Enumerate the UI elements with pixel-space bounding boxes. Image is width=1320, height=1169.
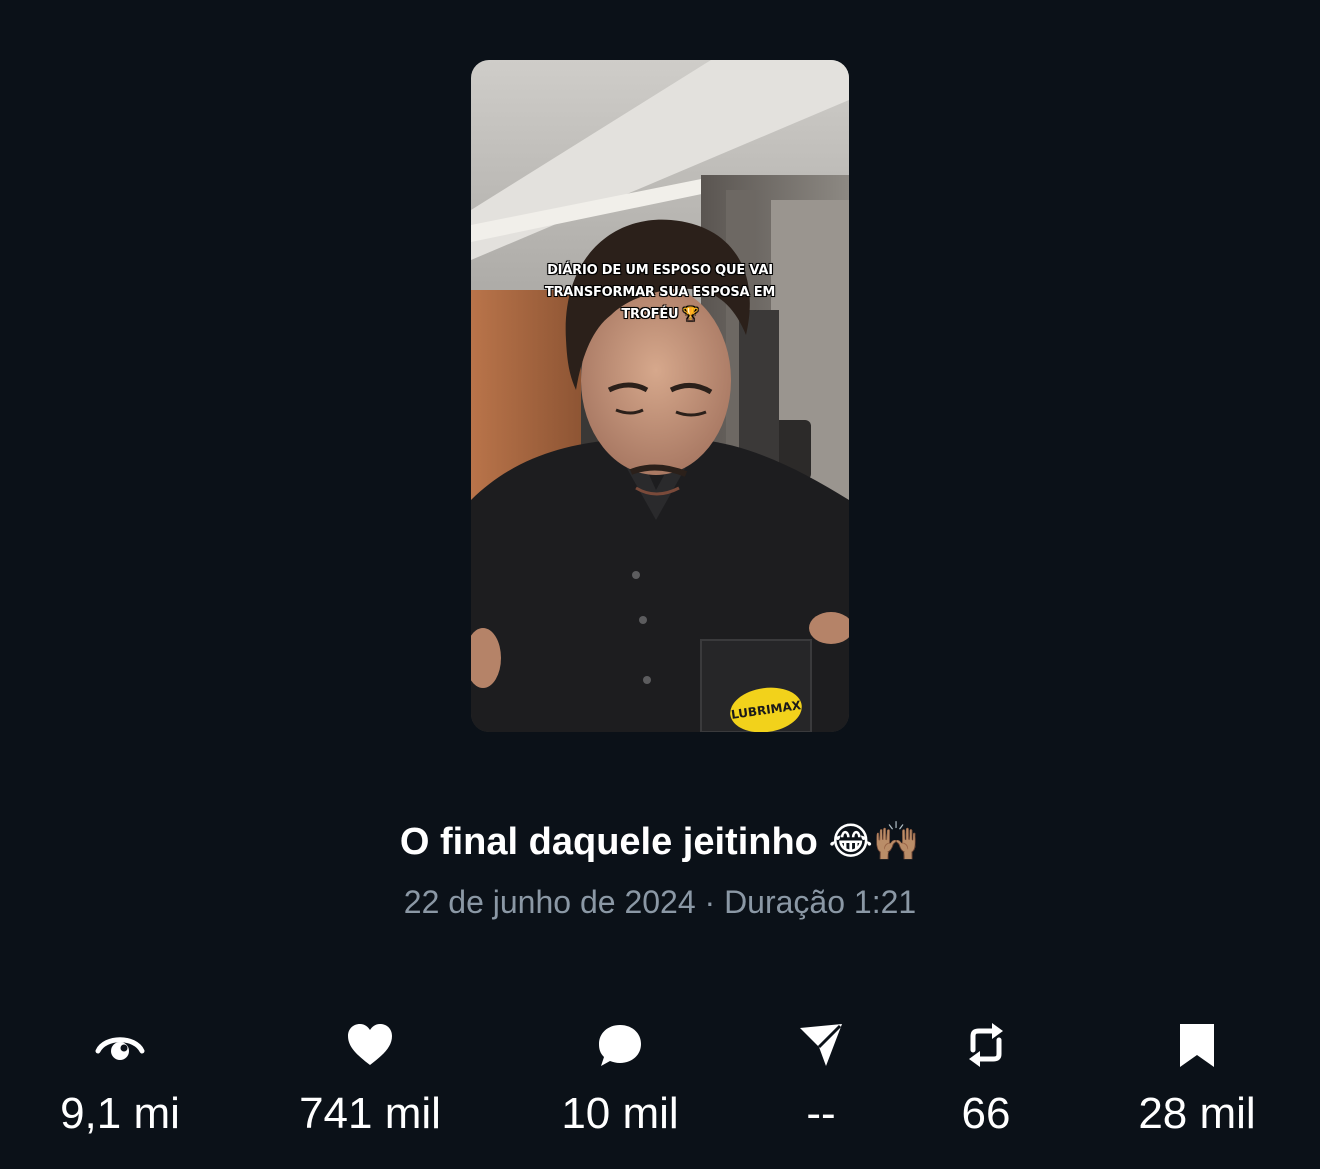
comments-stat[interactable]: 10 mil	[520, 1020, 720, 1150]
reposts-count: 66	[961, 1089, 1011, 1138]
bookmarks-stat[interactable]: 28 mil	[1097, 1020, 1297, 1150]
views-count: 9,1 mi	[60, 1089, 180, 1138]
video-caption-line: TROFÉU 🏆	[621, 307, 699, 322]
comments-count: 10 mil	[561, 1089, 679, 1138]
eye-icon	[95, 1037, 145, 1060]
post-title: O final daquele jeitinho 😂🙌🏽	[399, 821, 921, 863]
bookmarks-count: 28 mil	[1138, 1089, 1256, 1138]
post-date-duration: 22 de junho de 2024 · Duração 1:21	[403, 884, 917, 920]
bookmark-icon	[1180, 1024, 1214, 1067]
likes-stat[interactable]: 741 mil	[270, 1020, 470, 1150]
video-thumbnail[interactable]: LUBRIMAX DIÁRIO DE UM ESPOSO QUE VAI TRA…	[471, 60, 849, 732]
reposts-stat[interactable]: 66	[886, 1020, 1086, 1150]
views-stat[interactable]: 9,1 mi	[20, 1020, 220, 1150]
comment-icon	[599, 1025, 641, 1066]
video-caption-line: TRANSFORMAR SUA ESPOSA EM	[544, 285, 776, 300]
repost-icon	[969, 1023, 1003, 1067]
video-caption-line: DIÁRIO DE UM ESPOSO QUE VAI	[547, 263, 773, 278]
video-caption-overlay: DIÁRIO DE UM ESPOSO QUE VAI TRANSFORMAR …	[471, 260, 849, 326]
likes-count: 741 mil	[299, 1089, 441, 1138]
heart-icon	[348, 1024, 392, 1065]
video-frame-image: LUBRIMAX	[471, 60, 849, 732]
send-icon	[800, 1024, 842, 1066]
